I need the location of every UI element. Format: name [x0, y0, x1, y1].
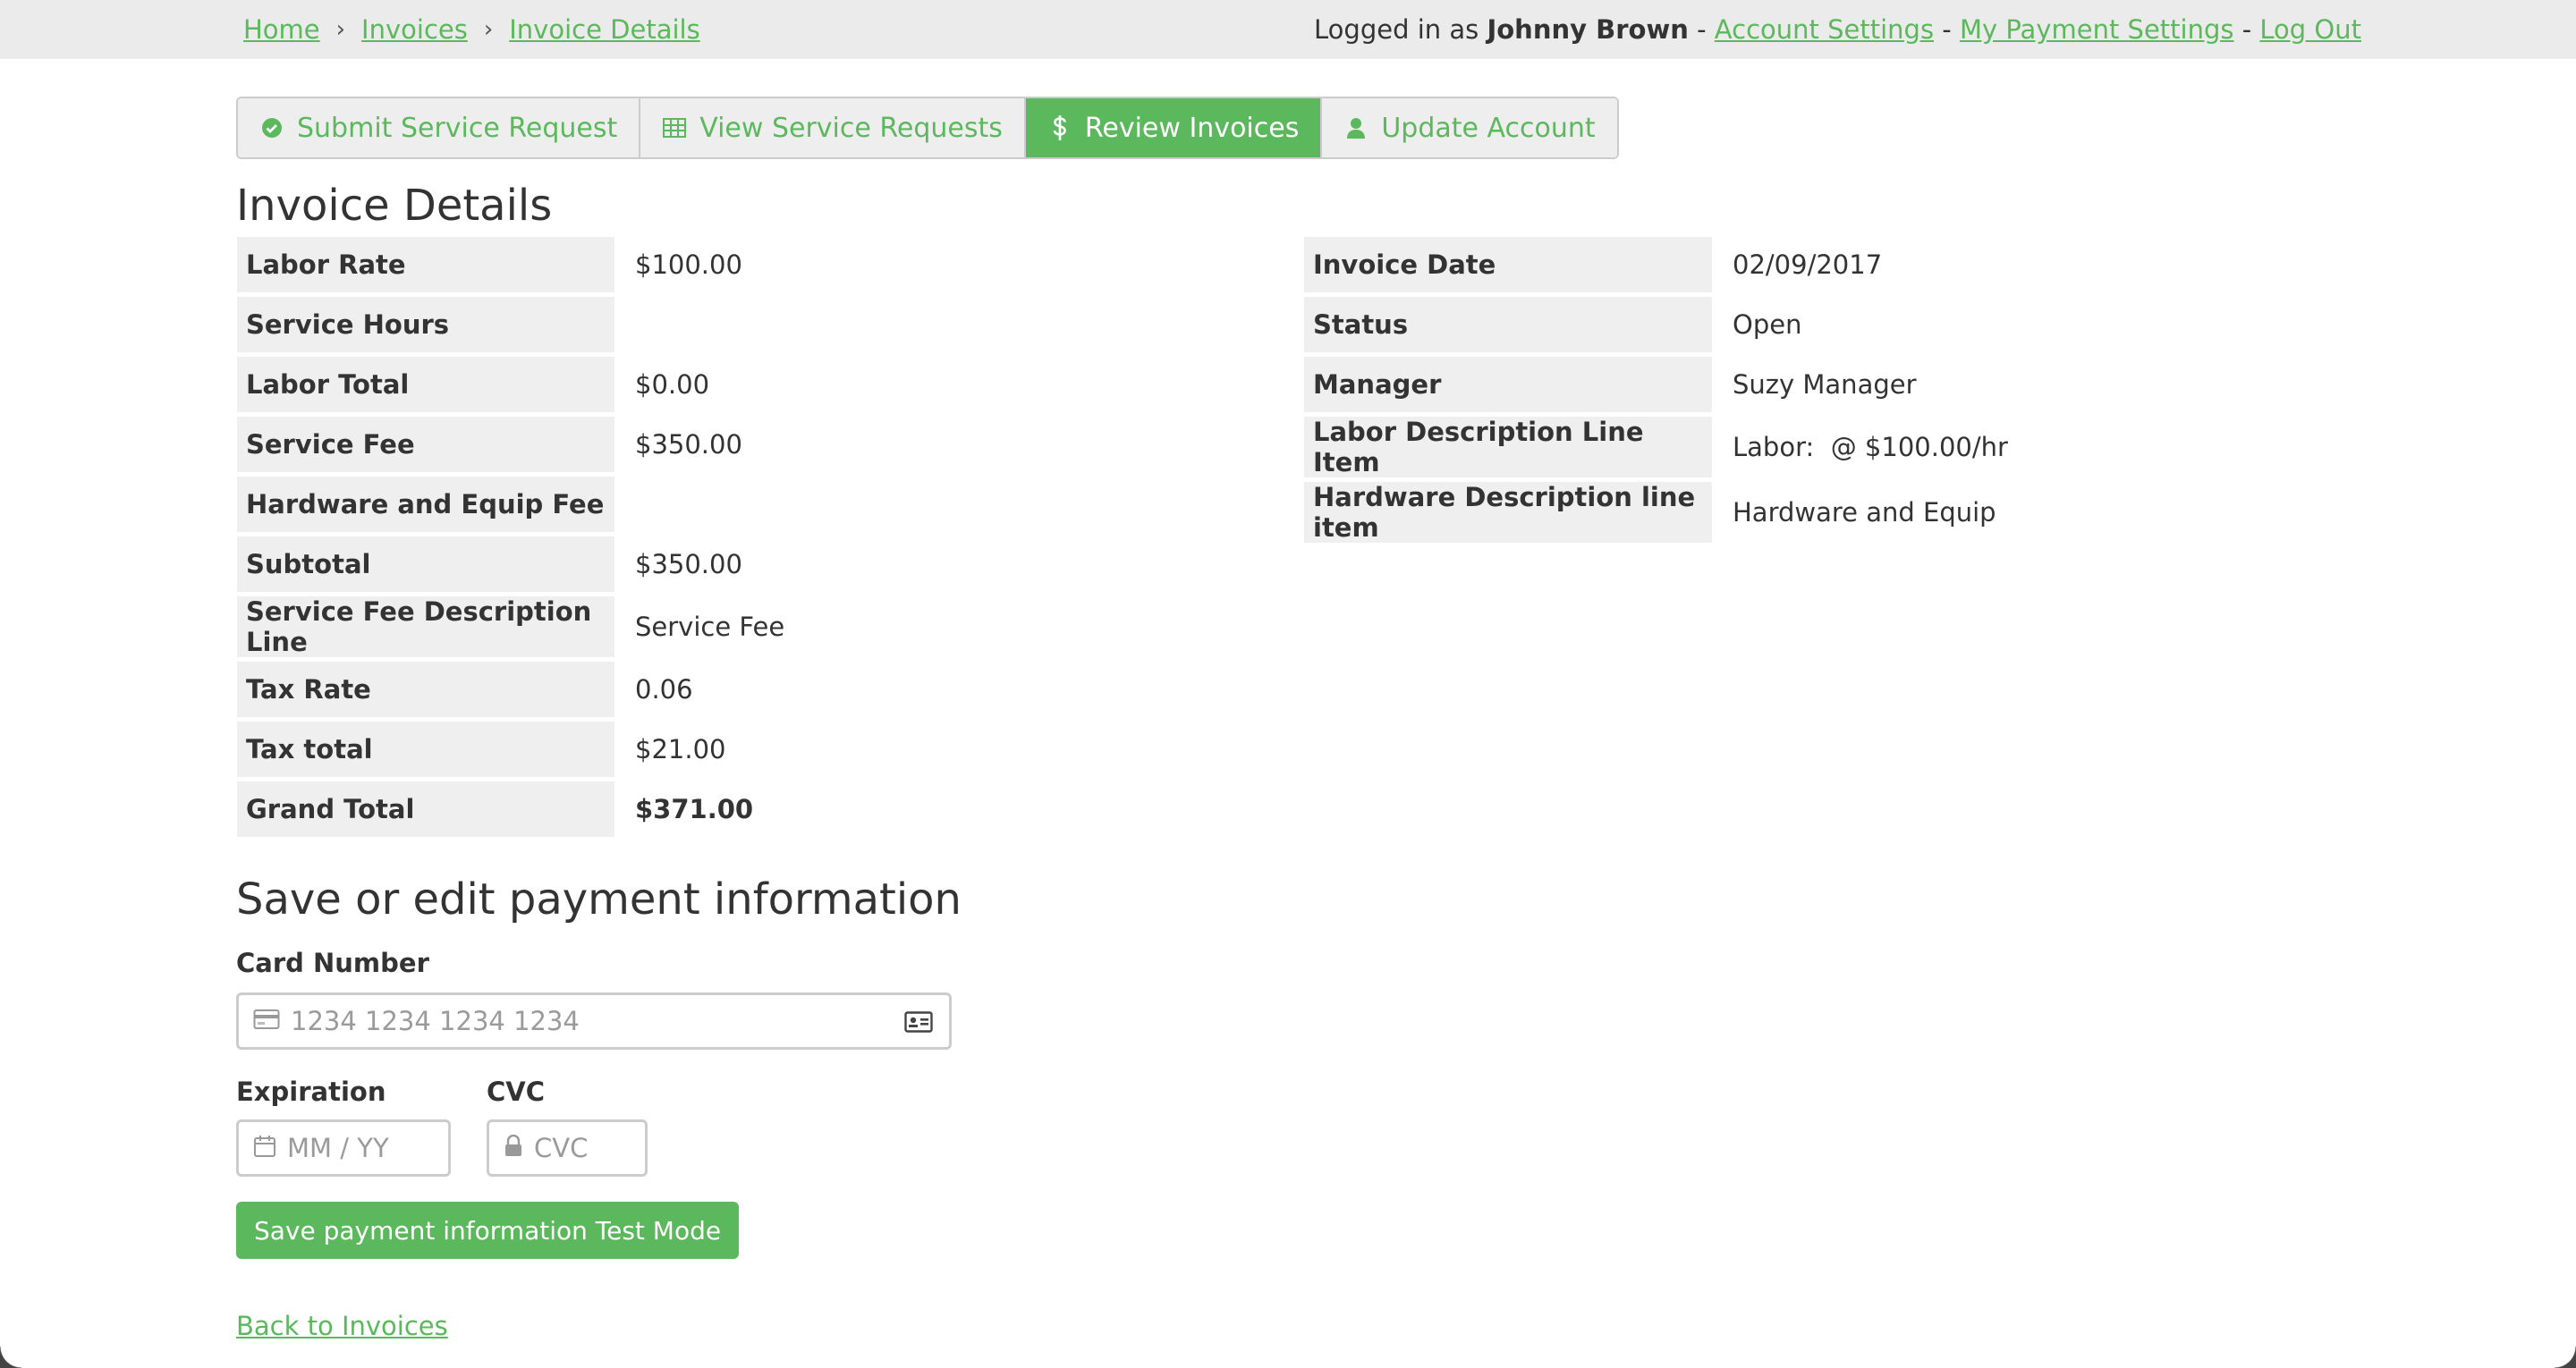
breadcrumb-invoices-link[interactable]: Invoices — [361, 0, 468, 59]
payment-settings-link[interactable]: My Payment Settings — [1960, 0, 2234, 59]
detail-row: Labor Rate $100.00 — [237, 237, 793, 292]
tab-review-invoices[interactable]: Review Invoices — [1025, 98, 1323, 157]
expiration-field[interactable]: MM / YY — [236, 1119, 451, 1177]
window-corner — [0, 1347, 21, 1368]
calendar-icon — [253, 1135, 276, 1161]
detail-label: Labor Total — [237, 357, 614, 412]
detail-value: $350.00 — [635, 549, 742, 579]
cvc-field[interactable]: CVC — [487, 1119, 648, 1177]
breadcrumb: Home › Invoices › Invoice Details — [243, 0, 700, 59]
window-corner — [2555, 1347, 2576, 1368]
detail-row: Status Open — [1304, 297, 2017, 352]
detail-label: Hardware and Equip Fee — [237, 477, 614, 532]
logged-in-prefix: Logged in as — [1314, 14, 1487, 45]
detail-row: Subtotal $350.00 — [237, 536, 793, 592]
invoice-details-right: Invoice Date 02/09/2017 Status Open Manage… — [1301, 232, 2020, 547]
detail-label: Grand Total — [237, 781, 614, 837]
detail-value: $350.00 — [635, 429, 742, 460]
breadcrumb-home-link[interactable]: Home — [243, 0, 320, 59]
detail-row: Service Fee $350.00 — [237, 417, 793, 472]
detail-row: Labor Total $0.00 — [237, 357, 793, 412]
grand-total-value: $371.00 — [635, 794, 754, 824]
expiration-label: Expiration — [236, 1077, 386, 1107]
detail-label: Service Fee — [237, 417, 614, 472]
breadcrumb-separator: › — [483, 16, 494, 43]
grand-total-row: Grand Total $371.00 — [237, 781, 793, 837]
detail-value: Open — [1733, 309, 1802, 340]
detail-value: Suzy Manager — [1733, 369, 1917, 400]
detail-row: Service Fee Description Line Service Fee — [237, 596, 793, 657]
tab-update-account[interactable]: Update Account — [1322, 98, 1617, 157]
lock-icon — [504, 1134, 523, 1161]
detail-value: 02/09/2017 — [1733, 249, 1883, 280]
detail-row: Invoice Date 02/09/2017 — [1304, 237, 2017, 292]
back-to-invoices-link[interactable]: Back to Invoices — [236, 1311, 448, 1341]
detail-value: Service Fee — [635, 612, 785, 642]
detail-row: Manager Suzy Manager — [1304, 357, 2017, 412]
user-bar-dash: - — [1688, 14, 1715, 45]
top-bar: Home › Invoices › Invoice Details Logged… — [0, 0, 2576, 59]
detail-row: Tax total $21.00 — [237, 722, 793, 777]
card-number-placeholder: 1234 1234 1234 1234 — [291, 1006, 580, 1036]
detail-label: Invoice Date — [1304, 237, 1712, 292]
card-number-field[interactable]: 1234 1234 1234 1234 — [236, 992, 952, 1050]
expiration-placeholder: MM / YY — [287, 1133, 389, 1163]
detail-row: Service Hours — [237, 297, 793, 352]
detail-value: 0.06 — [635, 674, 693, 705]
logout-link[interactable]: Log Out — [2259, 0, 2361, 59]
detail-label: Labor Rate — [237, 237, 614, 292]
tab-view-service-requests[interactable]: View Service Requests — [640, 98, 1026, 157]
detail-value: $21.00 — [635, 734, 726, 764]
page-title: Invoice Details — [236, 181, 553, 231]
invoice-details-left: Labor Rate $100.00 Service Hours Labor To… — [234, 232, 796, 841]
dollar-icon — [1047, 115, 1072, 140]
tab-submit-service-request[interactable]: Submit Service Request — [238, 98, 641, 157]
main-tabs: Submit Service Request View Service Requ… — [236, 97, 1619, 159]
detail-label: Subtotal — [237, 536, 614, 592]
user-bar: Logged in as Johnny Brown - Account Sett… — [1314, 0, 2361, 59]
user-bar-dash: - — [1934, 14, 1960, 45]
account-settings-link[interactable]: Account Settings — [1715, 0, 1934, 59]
save-payment-button[interactable]: Save payment information Test Mode — [236, 1202, 740, 1259]
breadcrumb-separator: › — [335, 16, 346, 43]
tab-label: Review Invoices — [1084, 112, 1300, 144]
detail-label: Labor Description Line Item — [1304, 417, 1712, 477]
tab-label: View Service Requests — [699, 112, 1003, 144]
detail-label: Service Hours — [237, 297, 614, 352]
payment-heading: Save or edit payment information — [236, 874, 962, 925]
detail-label: Tax total — [237, 722, 614, 777]
detail-row: Tax Rate 0.06 — [237, 662, 793, 717]
user-name: Johnny Brown — [1487, 14, 1689, 45]
user-icon — [1343, 115, 1368, 140]
detail-value — [617, 477, 793, 532]
credit-card-icon — [253, 1009, 280, 1034]
user-bar-dash: - — [2233, 14, 2260, 45]
detail-label: Tax Rate — [237, 662, 614, 717]
detail-row: Hardware Description line item Hardware a… — [1304, 482, 2017, 543]
table-icon — [662, 115, 687, 140]
detail-label: Manager — [1304, 357, 1712, 412]
tab-label: Update Account — [1381, 112, 1596, 144]
detail-value — [617, 297, 793, 352]
card-number-label: Card Number — [236, 948, 429, 978]
detail-value: Hardware and Equip — [1733, 497, 1996, 528]
detail-value: Labor: @ $100.00/hr — [1733, 432, 2008, 462]
detail-label: Status — [1304, 297, 1712, 352]
check-circle-icon — [259, 115, 284, 140]
cvc-placeholder: CVC — [534, 1133, 589, 1163]
breadcrumb-invoice-details-link[interactable]: Invoice Details — [509, 0, 699, 59]
detail-row: Hardware and Equip Fee — [237, 477, 793, 532]
card-brand-icon — [904, 1011, 933, 1036]
detail-row: Labor Description Line Item Labor: @ $100… — [1304, 417, 2017, 477]
detail-value: $100.00 — [635, 249, 742, 280]
cvc-label: CVC — [487, 1077, 546, 1107]
detail-label: Service Fee Description Line — [237, 596, 614, 657]
detail-label: Hardware Description line item — [1304, 482, 1712, 543]
tab-label: Submit Service Request — [297, 112, 618, 144]
detail-value: $0.00 — [635, 369, 710, 400]
